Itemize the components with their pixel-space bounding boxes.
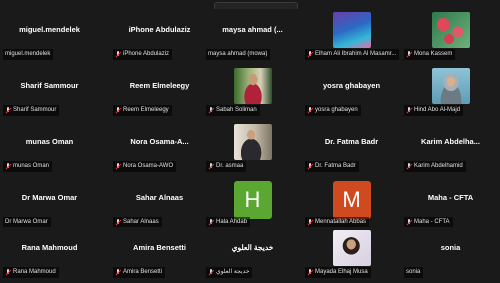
participant-tile[interactable]: Mona Kassem bbox=[401, 9, 500, 63]
muted-mic-icon bbox=[406, 50, 412, 59]
participant-tile[interactable]: Reem Elmeleegy Reem Elmeleegy bbox=[110, 65, 209, 119]
participant-label: Mona Kassem bbox=[414, 51, 453, 57]
muted-mic-icon bbox=[406, 162, 412, 171]
participant-display-name: iPhone Abdulaziz bbox=[128, 24, 191, 34]
avatar: H bbox=[233, 181, 272, 219]
muted-mic-icon bbox=[307, 218, 313, 227]
participant-tile[interactable]: Karim Abdelha... Karim Abdelhamid bbox=[401, 121, 500, 175]
participant-display-name: Maha - CFTA bbox=[427, 192, 474, 202]
participant-display-name: Rana Mahmoud bbox=[21, 242, 78, 252]
participant-tile[interactable]: H Hala Ahdab bbox=[203, 177, 302, 231]
participant-display-name: Karim Abdelha... bbox=[421, 136, 480, 146]
participant-video bbox=[431, 12, 470, 48]
participant-display-name: sonia bbox=[440, 242, 461, 252]
participant-tile[interactable]: Rana Mahmoud Rana Mahmoud bbox=[0, 227, 99, 281]
muted-mic-icon bbox=[208, 106, 214, 115]
participant-label: Elham Ali Ibrahim Al Masamr... bbox=[315, 51, 397, 57]
participant-tile[interactable]: Mayada Elhaj Musa bbox=[302, 227, 401, 281]
participant-tile[interactable]: Hind Abo Al-Majd bbox=[401, 65, 500, 119]
muted-mic-icon bbox=[208, 268, 214, 277]
muted-mic-icon bbox=[307, 162, 313, 171]
participant-video bbox=[233, 124, 272, 160]
participant-tile[interactable]: Dr. Fatma Badr Dr. Fatma Badr bbox=[302, 121, 401, 175]
participant-tile[interactable]: Nora Osama-A... Nora Osama-AWO bbox=[110, 121, 209, 175]
participant-tile[interactable]: Dr. asmaa bbox=[203, 121, 302, 175]
muted-mic-icon bbox=[115, 50, 121, 59]
muted-mic-icon bbox=[5, 106, 11, 115]
participant-tile[interactable]: Sabah Soliman bbox=[203, 65, 302, 119]
participant-label: Dr. asmaa bbox=[216, 163, 244, 169]
participant-label: munas Oman bbox=[13, 163, 50, 169]
participant-label: Sabah Soliman bbox=[216, 107, 257, 113]
participant-display-name: yosra ghabayen bbox=[322, 80, 381, 90]
muted-mic-icon bbox=[115, 218, 121, 227]
participant-label: maysa ahmad (mowa) bbox=[208, 51, 268, 57]
participant-display-name: Reem Elmeleegy bbox=[129, 80, 190, 90]
muted-mic-icon bbox=[115, 162, 121, 171]
participant-display-name: Amira Bensetti bbox=[133, 242, 186, 252]
participant-label: Dr. Fatma Badr bbox=[315, 163, 356, 169]
participant-video bbox=[233, 68, 272, 104]
muted-mic-icon bbox=[5, 162, 11, 171]
participant-tile[interactable]: Dr Marwa Omar Dr Marwa Omar bbox=[0, 177, 99, 231]
participant-video bbox=[332, 230, 371, 266]
participant-tile[interactable]: maysa ahmad (... maysa ahmad (mowa) bbox=[203, 9, 302, 63]
muted-mic-icon bbox=[307, 106, 313, 115]
participant-display-name: Sahar Alnaas bbox=[135, 192, 184, 202]
participant-display-name: munas Oman bbox=[25, 136, 74, 146]
participant-video bbox=[332, 12, 371, 48]
participant-display-name: Nora Osama-A... bbox=[130, 136, 189, 146]
participant-label: miguel.mendelek bbox=[5, 51, 51, 57]
muted-mic-icon bbox=[208, 162, 214, 171]
participant-label: Nora Osama-AWO bbox=[123, 163, 174, 169]
muted-mic-icon bbox=[115, 106, 121, 115]
participant-tile[interactable]: Sharif Sammour Sharif Sammour bbox=[0, 65, 99, 119]
participant-display-name: Sharif Sammour bbox=[20, 80, 79, 90]
participant-tile[interactable]: yosra ghabayen yosra ghabayen bbox=[302, 65, 401, 119]
participant-label: Reem Elmeleegy bbox=[123, 107, 169, 113]
muted-mic-icon bbox=[406, 218, 412, 227]
participant-tile[interactable]: iPhone Abdulaziz iPhone Abdulaziz bbox=[110, 9, 209, 63]
participant-tile[interactable]: Maha - CFTA Maha - CFTA bbox=[401, 177, 500, 231]
participant-label: Karim Abdelhamid bbox=[414, 163, 463, 169]
participant-tile[interactable]: Amira Bensetti Amira Bensetti bbox=[110, 227, 209, 281]
muted-mic-icon bbox=[208, 218, 214, 227]
participant-tile[interactable]: Elham Ali Ibrahim Al Masamr... bbox=[302, 9, 401, 63]
participant-label: Sharif Sammour bbox=[13, 107, 57, 113]
participant-video bbox=[431, 68, 470, 104]
participant-display-name: Dr Marwa Omar bbox=[21, 192, 78, 202]
participant-label: sonia bbox=[406, 269, 421, 275]
participant-tile[interactable]: munas Oman munas Oman bbox=[0, 121, 99, 175]
participant-tile[interactable]: sonia sonia bbox=[401, 227, 500, 281]
participant-tile[interactable]: خديجة العلوي خديجة العلوي bbox=[203, 227, 302, 281]
participant-display-name: Dr. Fatma Badr bbox=[324, 136, 379, 146]
participant-tile[interactable]: miguel.mendelek miguel.mendelek bbox=[0, 9, 99, 63]
avatar: M bbox=[332, 181, 371, 219]
participant-display-name: خديجة العلوي bbox=[231, 242, 274, 252]
participant-label: Hind Abo Al-Majd bbox=[414, 107, 461, 113]
muted-mic-icon bbox=[115, 268, 121, 277]
participant-display-name: miguel.mendelek bbox=[19, 24, 80, 34]
participant-label: Rana Mahmoud bbox=[13, 269, 56, 275]
participant-label: خديجة العلوي bbox=[216, 269, 250, 275]
participant-label: Amira Bensetti bbox=[123, 269, 163, 275]
muted-mic-icon bbox=[307, 268, 313, 277]
participant-label: yosra ghabayen bbox=[315, 107, 358, 113]
participant-label: Mayada Elhaj Musa bbox=[315, 269, 368, 275]
participant-tile[interactable]: M Mennatallah Abbas bbox=[302, 177, 401, 231]
muted-mic-icon bbox=[5, 268, 11, 277]
participant-tile[interactable]: Sahar Alnaas Sahar Alnaas bbox=[110, 177, 209, 231]
muted-mic-icon bbox=[307, 50, 313, 59]
participant-label: iPhone Abdulaziz bbox=[123, 51, 170, 57]
participant-display-name: maysa ahmad (... bbox=[222, 24, 283, 34]
muted-mic-icon bbox=[406, 106, 412, 115]
